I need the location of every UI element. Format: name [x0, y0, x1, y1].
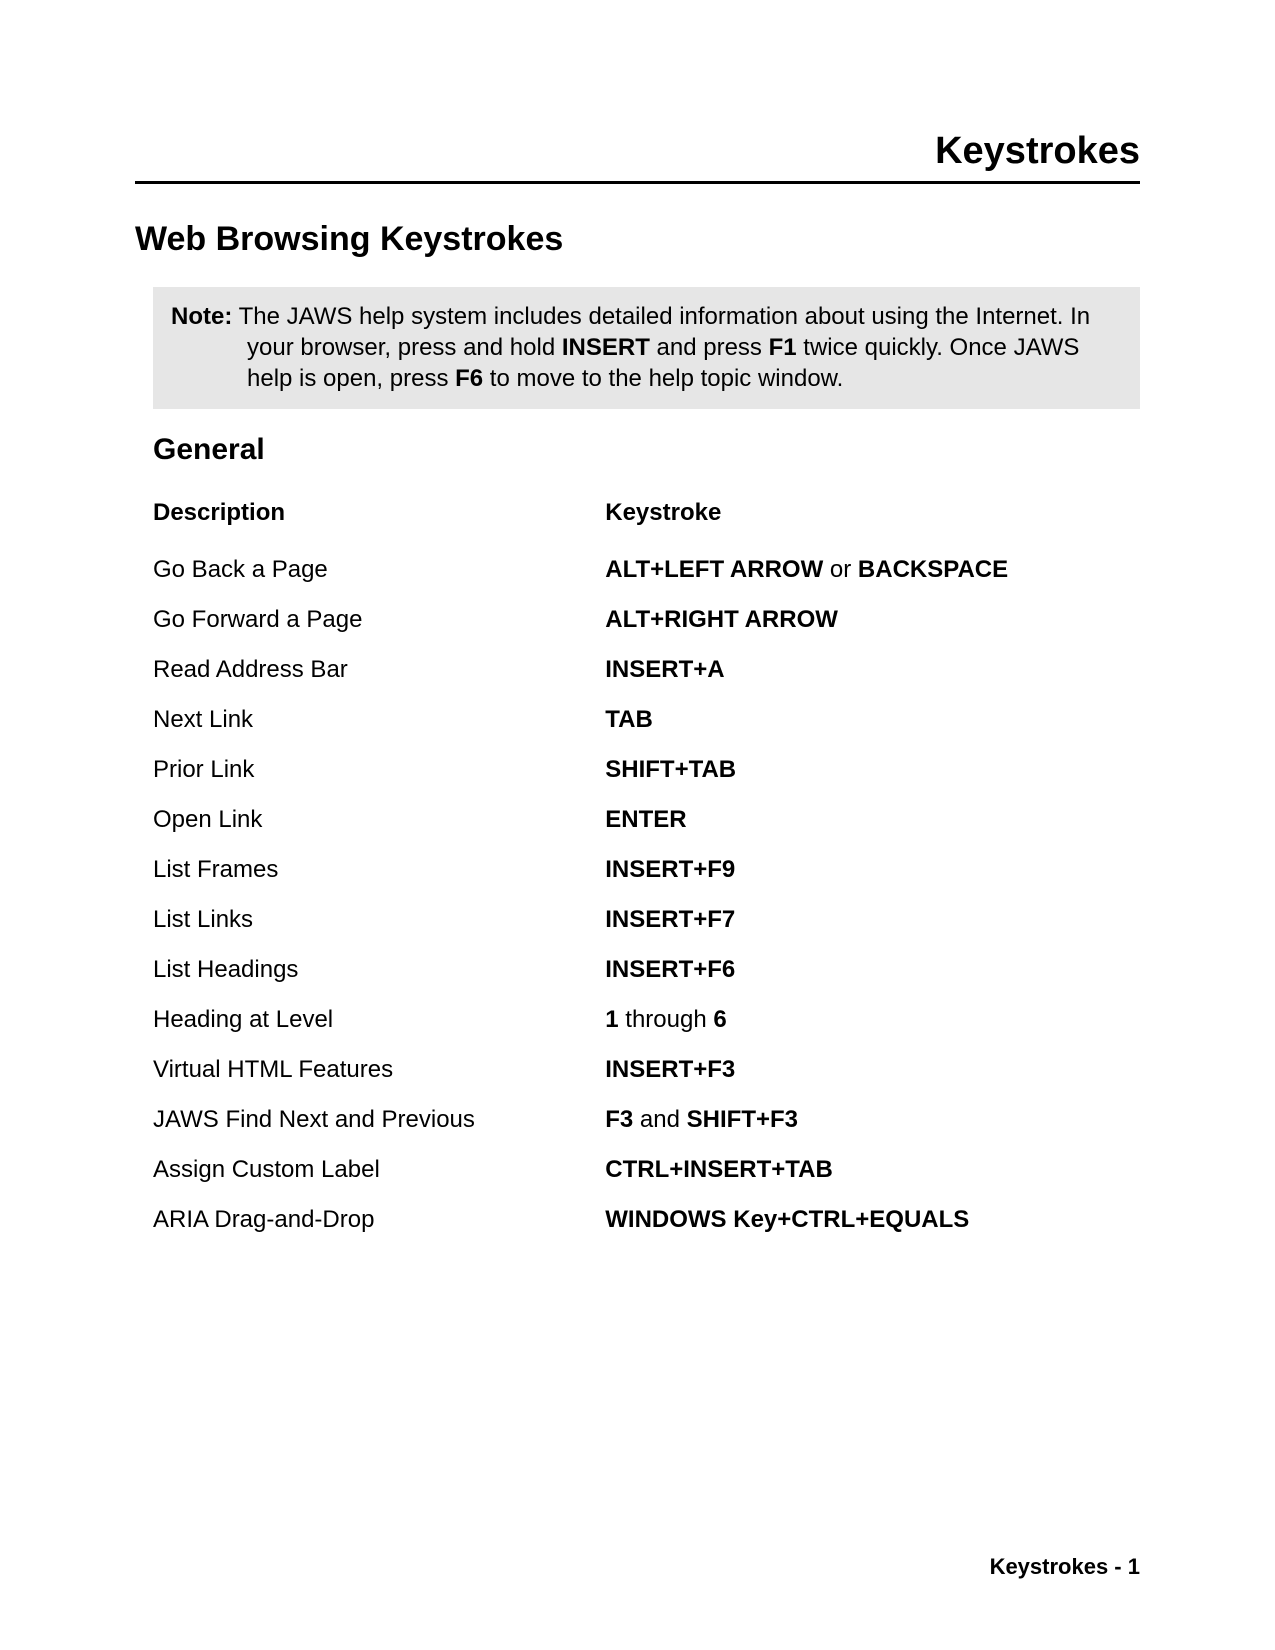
- table-row: Next LinkTAB: [153, 695, 1158, 745]
- keystroke-primary: CTRL+INSERT+TAB: [605, 1156, 833, 1183]
- keystroke-secondary: BACKSPACE: [858, 556, 1008, 583]
- keystroke-primary: ENTER: [605, 806, 686, 833]
- section-title: Web Browsing Keystrokes: [135, 220, 1140, 259]
- keystroke-primary: INSERT+F7: [605, 906, 735, 933]
- table-row: List LinksINSERT+F7: [153, 895, 1158, 945]
- table-row: Read Address BarINSERT+A: [153, 645, 1158, 695]
- description-cell: Open Link: [153, 795, 605, 845]
- table-row: List FramesINSERT+F9: [153, 845, 1158, 895]
- subsection-title: General: [153, 433, 1140, 467]
- description-cell: Prior Link: [153, 745, 605, 795]
- description-cell: Virtual HTML Features: [153, 1045, 605, 1095]
- description-cell: ARIA Drag-and-Drop: [153, 1195, 605, 1245]
- keystroke-connector: through: [619, 1006, 714, 1033]
- keystroke-connector: and: [633, 1106, 686, 1133]
- keystroke-secondary: 6: [713, 1006, 726, 1033]
- keystroke-primary: INSERT+A: [605, 656, 724, 683]
- keystroke-cell: INSERT+F6: [605, 945, 1158, 995]
- footer-label: Keystrokes -: [990, 1554, 1128, 1579]
- keystroke-primary: INSERT+F9: [605, 856, 735, 883]
- table-row: List HeadingsINSERT+F6: [153, 945, 1158, 995]
- description-cell: Read Address Bar: [153, 645, 605, 695]
- description-cell: Next Link: [153, 695, 605, 745]
- keystroke-cell: ENTER: [605, 795, 1158, 845]
- keystroke-primary: WINDOWS Key+CTRL+EQUALS: [605, 1206, 969, 1233]
- keystroke-cell: INSERT+F7: [605, 895, 1158, 945]
- keystroke-primary: ALT+LEFT ARROW: [605, 556, 823, 583]
- keystroke-cell: INSERT+F9: [605, 845, 1158, 895]
- keystroke-primary: INSERT+F3: [605, 1056, 735, 1083]
- note-text-4: to move to the help topic window.: [483, 365, 843, 392]
- table-row: ARIA Drag-and-DropWINDOWS Key+CTRL+EQUAL…: [153, 1195, 1158, 1245]
- keystroke-cell: ALT+RIGHT ARROW: [605, 595, 1158, 645]
- table-row: Go Back a PageALT+LEFT ARROW or BACKSPAC…: [153, 545, 1158, 595]
- note-key-f6: F6: [455, 365, 483, 392]
- table-row: Open LinkENTER: [153, 795, 1158, 845]
- keystroke-cell: SHIFT+TAB: [605, 745, 1158, 795]
- note-text-2: and press: [650, 334, 769, 361]
- table-row: Prior LinkSHIFT+TAB: [153, 745, 1158, 795]
- note-box: Note: The JAWS help system includes deta…: [153, 287, 1140, 409]
- keystroke-primary: F3: [605, 1106, 633, 1133]
- keystroke-cell: INSERT+A: [605, 645, 1158, 695]
- table-row: Assign Custom LabelCTRL+INSERT+TAB: [153, 1145, 1158, 1195]
- table-row: JAWS Find Next and PreviousF3 and SHIFT+…: [153, 1095, 1158, 1145]
- keystroke-cell: TAB: [605, 695, 1158, 745]
- description-cell: Go Back a Page: [153, 545, 605, 595]
- keystroke-cell: INSERT+F3: [605, 1045, 1158, 1095]
- keystroke-primary: TAB: [605, 706, 653, 733]
- note-key-insert: INSERT: [562, 334, 650, 361]
- keystroke-primary: INSERT+F6: [605, 956, 735, 983]
- keystroke-primary: 1: [605, 1006, 618, 1033]
- keystroke-secondary: SHIFT+F3: [687, 1106, 798, 1133]
- keystroke-cell: WINDOWS Key+CTRL+EQUALS: [605, 1195, 1158, 1245]
- page-footer: Keystrokes - 1: [990, 1554, 1140, 1580]
- keystroke-cell: F3 and SHIFT+F3: [605, 1095, 1158, 1145]
- description-cell: Assign Custom Label: [153, 1145, 605, 1195]
- note-key-f1: F1: [769, 334, 797, 361]
- keystroke-cell: CTRL+INSERT+TAB: [605, 1145, 1158, 1195]
- keystroke-primary: SHIFT+TAB: [605, 756, 736, 783]
- column-header-keystroke: Keystroke: [605, 491, 1158, 545]
- keystroke-primary: ALT+RIGHT ARROW: [605, 606, 838, 633]
- keystrokes-table: Description Keystroke Go Back a PageALT+…: [153, 491, 1158, 1245]
- description-cell: List Frames: [153, 845, 605, 895]
- description-cell: JAWS Find Next and Previous: [153, 1095, 605, 1145]
- footer-page-number: 1: [1128, 1554, 1140, 1579]
- column-header-description: Description: [153, 491, 605, 545]
- table-row: Virtual HTML FeaturesINSERT+F3: [153, 1045, 1158, 1095]
- description-cell: List Links: [153, 895, 605, 945]
- note-label: Note:: [171, 303, 232, 330]
- table-row: Heading at Level1 through 6: [153, 995, 1158, 1045]
- description-cell: Go Forward a Page: [153, 595, 605, 645]
- description-cell: Heading at Level: [153, 995, 605, 1045]
- table-row: Go Forward a PageALT+RIGHT ARROW: [153, 595, 1158, 645]
- page-title: Keystrokes: [135, 130, 1140, 184]
- keystroke-cell: ALT+LEFT ARROW or BACKSPACE: [605, 545, 1158, 595]
- keystroke-cell: 1 through 6: [605, 995, 1158, 1045]
- keystroke-connector: or: [823, 556, 858, 583]
- description-cell: List Headings: [153, 945, 605, 995]
